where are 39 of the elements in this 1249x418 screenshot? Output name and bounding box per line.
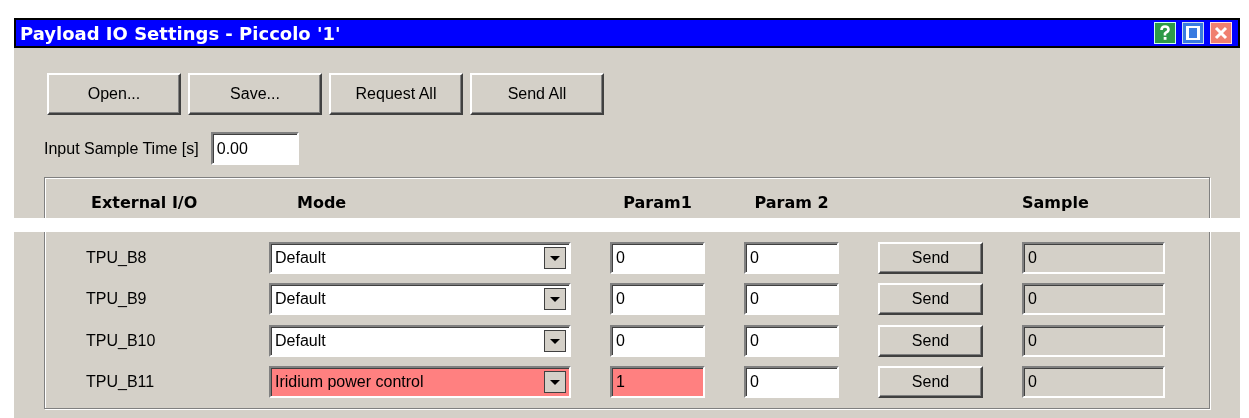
mode-dropdown[interactable]: Default [269, 324, 571, 357]
close-icon[interactable] [1210, 22, 1232, 44]
column-header: Param 2 [754, 192, 829, 212]
window-title: Payload IO Settings - Piccolo '1' [20, 22, 342, 44]
row-label: TPU_B11 [85, 373, 156, 392]
column-header: Sample [1022, 192, 1089, 212]
toolbar-button[interactable]: Send All [470, 73, 604, 115]
help-icon[interactable] [1154, 22, 1176, 44]
maximize-icon[interactable] [1182, 22, 1204, 44]
send-button[interactable]: Send [878, 366, 983, 399]
sample-field[interactable]: 0 [1022, 241, 1165, 274]
param2-field[interactable]: 0 [744, 324, 839, 357]
input-sample-time-field[interactable]: 0.00 [210, 132, 299, 165]
column-header: Param1 [623, 192, 692, 212]
column-header: External I/O [90, 192, 199, 212]
toolbar-button[interactable]: Request All [329, 73, 463, 115]
row-label: TPU_B8 [85, 248, 148, 267]
input-sample-time-label: Input Sample Time [s] [44, 139, 199, 158]
mode-dropdown[interactable]: Iridium power control [269, 366, 571, 399]
param1-field[interactable]: 0 [610, 241, 705, 274]
mode-dropdown[interactable]: Default [269, 241, 571, 274]
param2-field[interactable]: 0 [744, 366, 839, 399]
send-button[interactable]: Send [878, 241, 983, 274]
column-header: Mode [296, 192, 348, 212]
sample-field[interactable]: 0 [1022, 324, 1165, 357]
send-button[interactable]: Send [878, 283, 983, 316]
param1-field[interactable]: 1 [610, 366, 705, 399]
param2-field[interactable]: 0 [744, 241, 839, 274]
send-button[interactable]: Send [878, 324, 983, 357]
row-label: TPU_B9 [85, 290, 148, 309]
row-label: TPU_B10 [85, 331, 157, 350]
toolbar-button[interactable]: Open... [47, 73, 181, 115]
param1-field[interactable]: 0 [610, 283, 705, 316]
param2-field[interactable]: 0 [744, 283, 839, 316]
param1-field[interactable]: 0 [610, 324, 705, 357]
toolbar-button[interactable]: Save... [188, 73, 322, 115]
sample-field[interactable]: 0 [1022, 366, 1165, 399]
mode-dropdown[interactable]: Default [269, 283, 571, 316]
sample-field[interactable]: 0 [1022, 283, 1165, 316]
